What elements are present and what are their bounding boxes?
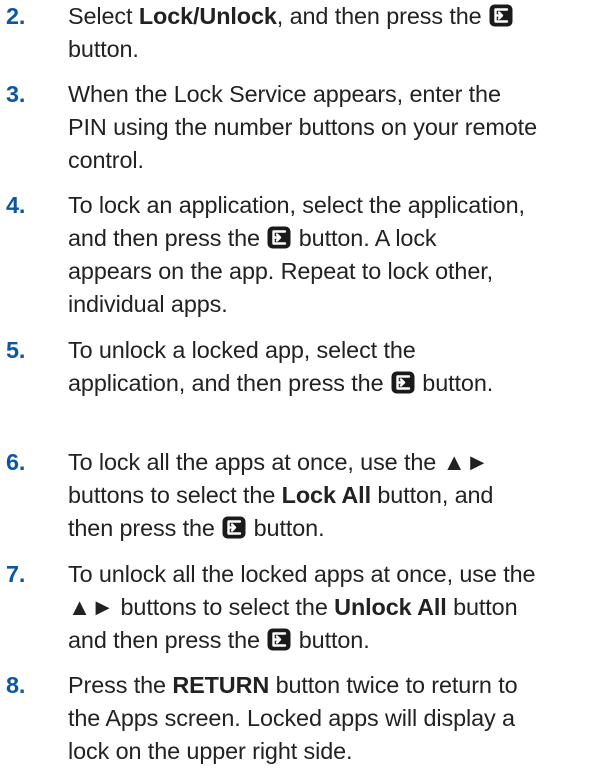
bold-term: Lock/Unlock (138, 3, 277, 29)
step-text-segment: button. (247, 515, 325, 541)
bold-term: RETURN (172, 672, 270, 698)
step-text: To unlock all the locked apps at once, u… (68, 558, 598, 657)
step-text: When the Lock Service appears, enter the… (68, 78, 598, 177)
step-number: 7. (6, 561, 26, 587)
step-text: To lock all the apps at once, use the ▲►… (68, 446, 598, 545)
enter-button-icon (391, 371, 415, 394)
step-number: 2. (6, 3, 26, 29)
step-text-segment: When the Lock Service appears, enter the… (68, 81, 537, 173)
bold-term: Lock All (281, 482, 371, 508)
step-text: To lock an application, select the appli… (68, 189, 598, 321)
step-text-segment: button. (292, 627, 370, 653)
step-text-segment: To unlock a locked app, select the appli… (68, 337, 416, 396)
step-number: 6. (6, 449, 26, 475)
step-text: Select Lock/Unlock, and then press the b… (68, 0, 598, 66)
step-text-segment: button. (68, 36, 139, 62)
step-text: To unlock a locked app, select the appli… (68, 334, 598, 400)
step-number: 5. (6, 337, 26, 363)
bold-term: Unlock All (334, 594, 447, 620)
enter-button-icon (267, 628, 291, 651)
step-text-segment: Select (68, 3, 139, 29)
enter-button-icon (267, 226, 291, 249)
enter-button-icon (489, 4, 513, 27)
enter-button-icon (222, 516, 246, 539)
step-text-segment: Press the (68, 672, 173, 698)
step-number: 4. (6, 192, 26, 218)
step-text-segment: , and then press the (276, 3, 488, 29)
step-number: 3. (6, 81, 26, 107)
step-text: Press the RETURN button twice to return … (68, 669, 598, 768)
step-text-segment: button. (415, 370, 494, 396)
step-number: 8. (6, 672, 26, 698)
